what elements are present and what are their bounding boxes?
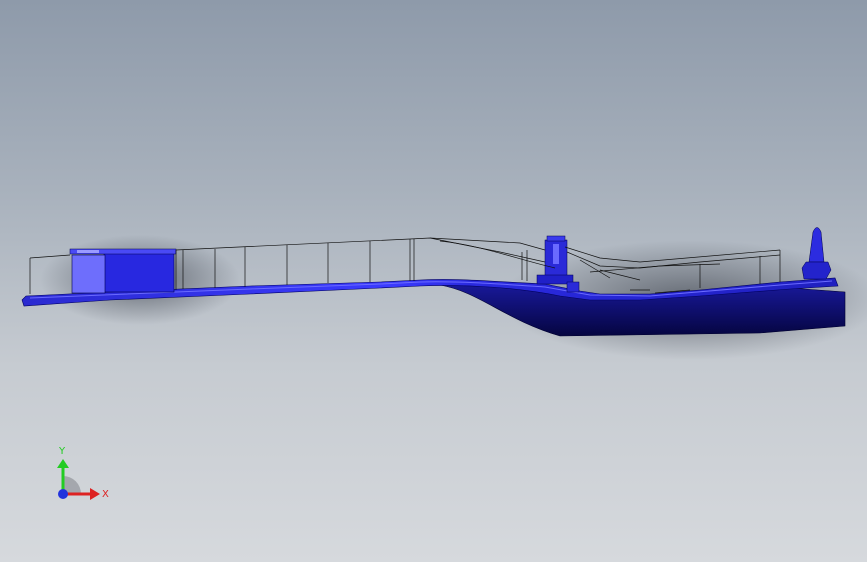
center-tower-top [546,235,566,242]
graphics-viewport[interactable]: Y X [0,0,867,562]
left-block-tab [77,250,99,253]
left-block-light [71,254,106,294]
part-model[interactable] [0,0,867,562]
y-axis-label: Y [58,446,66,457]
right-spike-base [801,261,832,280]
center-tower-foot [566,281,580,293]
x-axis-arrowhead [90,488,100,500]
axis-triad: Y X [57,446,109,500]
right-spike [808,227,825,263]
z-axis-dot [58,489,68,499]
left-block-dark [103,251,175,293]
y-axis-arrowhead [57,459,69,468]
center-tower-slot [553,244,559,264]
x-axis-label: X [102,489,109,500]
